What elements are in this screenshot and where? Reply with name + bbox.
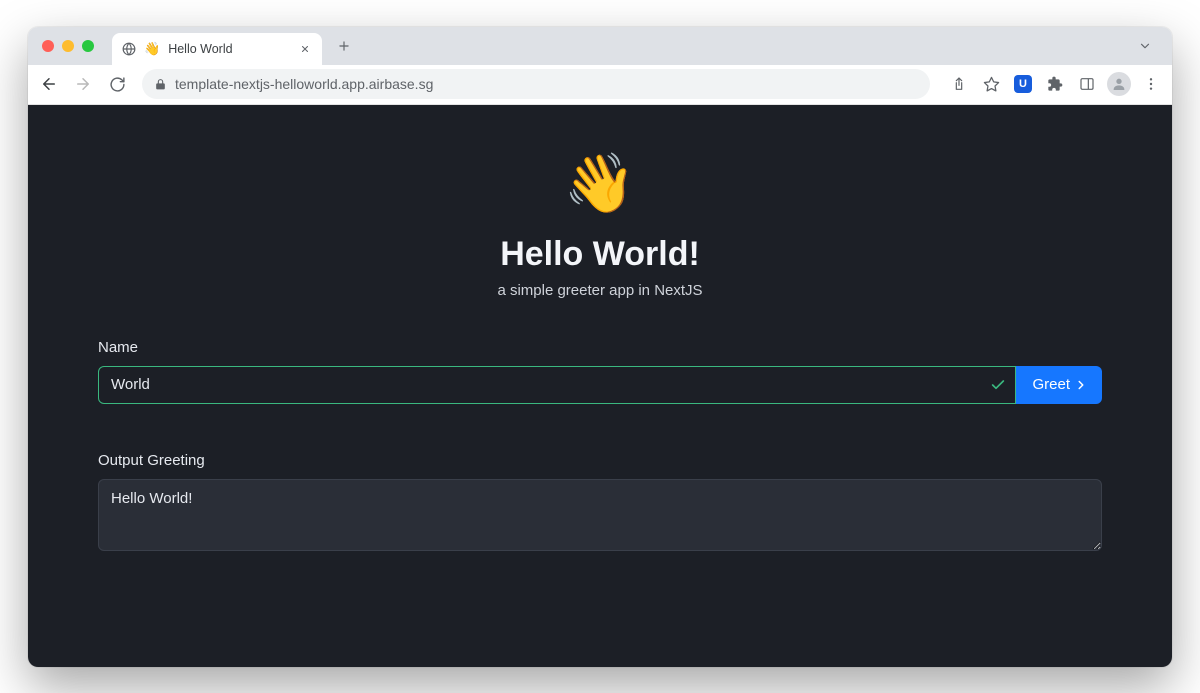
- wave-icon: 👋: [98, 155, 1102, 213]
- lock-icon: [154, 78, 167, 91]
- tab-title: Hello World: [168, 42, 290, 56]
- greet-button[interactable]: Greet: [1016, 366, 1102, 404]
- bookmark-star-icon[interactable]: [976, 69, 1006, 99]
- url-text: template-nextjs-helloworld.app.airbase.s…: [175, 76, 918, 92]
- profile-avatar[interactable]: [1104, 69, 1134, 99]
- tab-overflow-button[interactable]: [1132, 35, 1158, 57]
- close-tab-icon[interactable]: [298, 42, 312, 56]
- name-input[interactable]: [98, 366, 1016, 404]
- window-minimize-button[interactable]: [62, 40, 74, 52]
- kebab-menu-icon[interactable]: [1136, 69, 1166, 99]
- output-label: Output Greeting: [98, 452, 1102, 469]
- chevron-right-icon: [1074, 378, 1088, 392]
- forward-button[interactable]: [68, 69, 98, 99]
- page-content: 👋 Hello World! a simple greeter app in N…: [28, 105, 1172, 667]
- output-greeting-textarea[interactable]: [98, 479, 1102, 551]
- tabstrip: 👋 Hello World: [28, 27, 1172, 65]
- toolbar-right-icons: U: [944, 69, 1166, 99]
- extensions-icon[interactable]: [1040, 69, 1070, 99]
- window-close-button[interactable]: [42, 40, 54, 52]
- hero: 👋 Hello World! a simple greeter app in N…: [98, 155, 1102, 299]
- name-input-row: Greet: [98, 366, 1102, 404]
- active-tab[interactable]: 👋 Hello World: [112, 33, 322, 65]
- share-icon[interactable]: [944, 69, 974, 99]
- check-icon: [990, 377, 1006, 393]
- globe-icon: [122, 42, 136, 56]
- browser-window: 👋 Hello World template-nextjs-hellow: [28, 27, 1172, 667]
- page-subtitle: a simple greeter app in NextJS: [98, 282, 1102, 299]
- window-zoom-button[interactable]: [82, 40, 94, 52]
- address-bar[interactable]: template-nextjs-helloworld.app.airbase.s…: [142, 69, 930, 99]
- new-tab-button[interactable]: [330, 32, 358, 60]
- greet-button-label: Greet: [1032, 376, 1070, 393]
- side-panel-icon[interactable]: [1072, 69, 1102, 99]
- tab-favicon: 👋: [144, 42, 160, 55]
- reload-button[interactable]: [102, 69, 132, 99]
- name-label: Name: [98, 339, 1102, 356]
- back-button[interactable]: [34, 69, 64, 99]
- page-title: Hello World!: [98, 235, 1102, 274]
- traffic-lights: [42, 40, 94, 52]
- toolbar: template-nextjs-helloworld.app.airbase.s…: [28, 65, 1172, 105]
- passwords-extension-icon[interactable]: U: [1008, 69, 1038, 99]
